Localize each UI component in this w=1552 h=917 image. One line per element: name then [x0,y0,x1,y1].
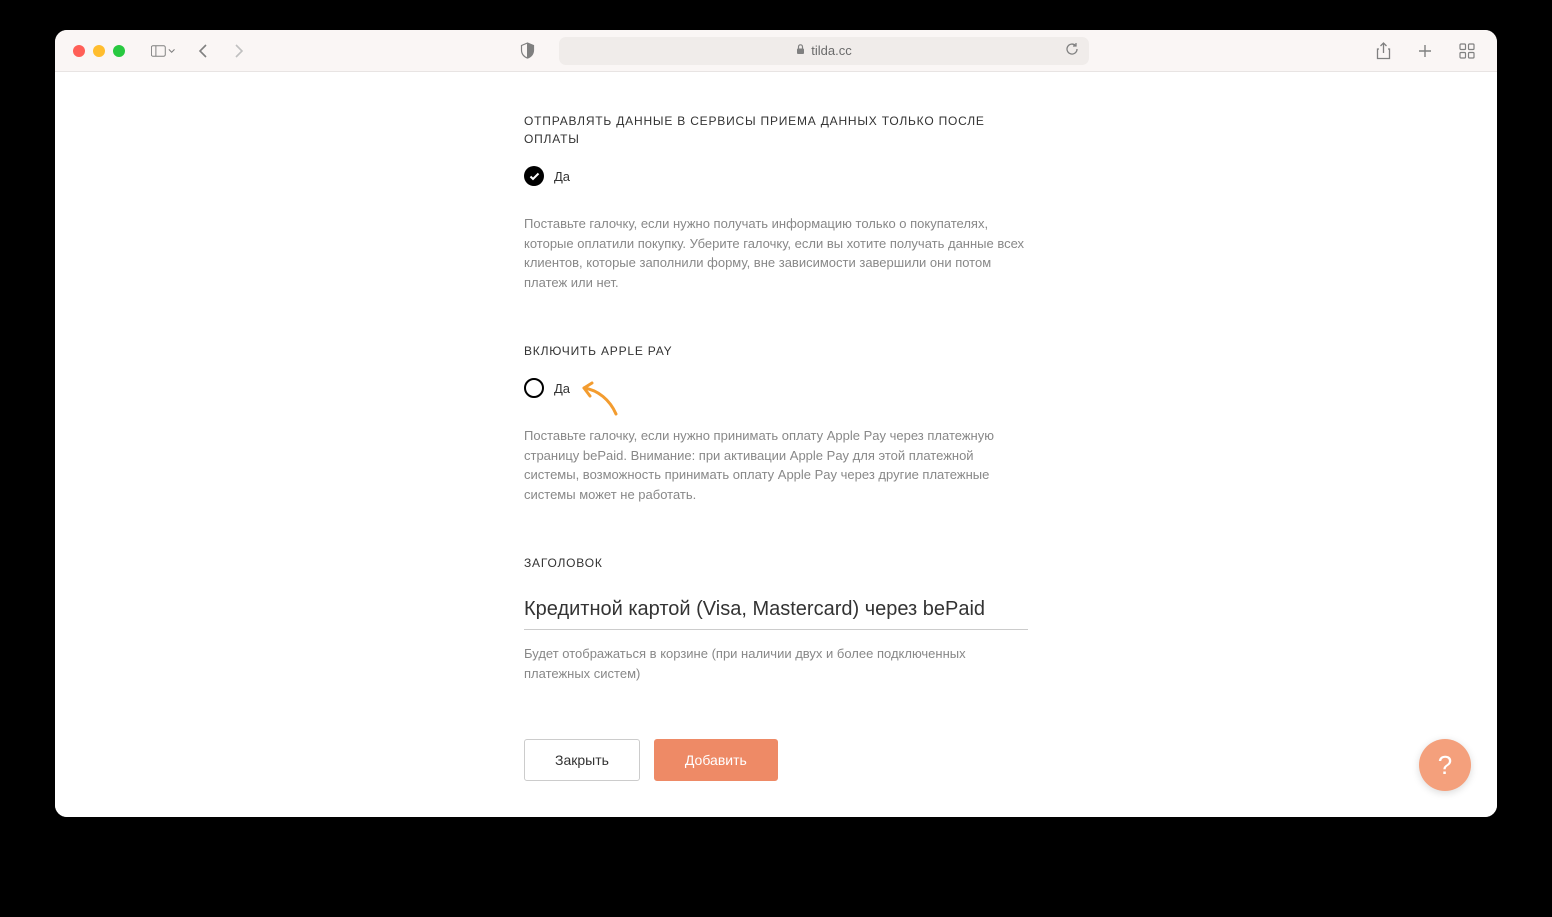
browser-window: tilda.cc [55,30,1497,817]
apple-pay-checkbox-label: Да [554,381,570,396]
header-input[interactable] [524,590,1028,630]
sidebar-icon [151,44,166,58]
arrow-annotation-icon [580,380,624,418]
share-icon [1376,42,1391,60]
send-data-description: Поставьте галочку, если нужно получать и… [524,214,1028,292]
enable-apple-pay-checkbox[interactable] [524,378,544,398]
back-button[interactable] [191,39,215,63]
grid-icon [1459,43,1475,59]
refresh-icon [1065,42,1079,56]
address-bar[interactable]: tilda.cc [559,37,1089,65]
add-button[interactable]: Добавить [654,739,778,781]
settings-form: ОТПРАВЛЯТЬ ДАННЫЕ В СЕРВИСЫ ПРИЕМА ДАННЫ… [516,112,1036,781]
chevron-down-icon [168,48,175,54]
lock-icon [796,44,805,58]
close-window-button[interactable] [73,45,85,57]
forward-button[interactable] [227,39,251,63]
privacy-shield-button[interactable] [515,39,539,63]
maximize-window-button[interactable] [113,45,125,57]
shield-icon [520,42,535,59]
window-controls [73,45,125,57]
chevron-left-icon [197,43,209,59]
sidebar-toggle-button[interactable] [151,39,175,63]
url-text: tilda.cc [811,43,851,58]
new-tab-button[interactable] [1413,39,1437,63]
close-button[interactable]: Закрыть [524,739,640,781]
header-field-hint: Будет отображаться в корзине (при наличи… [524,644,1028,683]
apple-pay-description: Поставьте галочку, если нужно принимать … [524,426,1028,504]
help-button[interactable]: ? [1419,739,1471,791]
chevron-right-icon [233,43,245,59]
enable-apple-pay-title: ВКЛЮЧИТЬ APPLE PAY [524,342,1028,360]
plus-icon [1417,43,1433,59]
browser-toolbar: tilda.cc [55,30,1497,72]
minimize-window-button[interactable] [93,45,105,57]
checkmark-icon [529,172,540,181]
refresh-button[interactable] [1065,42,1079,59]
send-data-after-payment-checkbox[interactable] [524,166,544,186]
tab-overview-button[interactable] [1455,39,1479,63]
send-data-checkbox-label: Да [554,169,570,184]
help-icon: ? [1438,750,1452,781]
page-content: ОТПРАВЛЯТЬ ДАННЫЕ В СЕРВИСЫ ПРИЕМА ДАННЫ… [55,72,1497,817]
share-button[interactable] [1371,39,1395,63]
header-field-title: ЗАГОЛОВОК [524,554,1028,572]
send-data-after-payment-title: ОТПРАВЛЯТЬ ДАННЫЕ В СЕРВИСЫ ПРИЕМА ДАННЫ… [524,112,1028,148]
